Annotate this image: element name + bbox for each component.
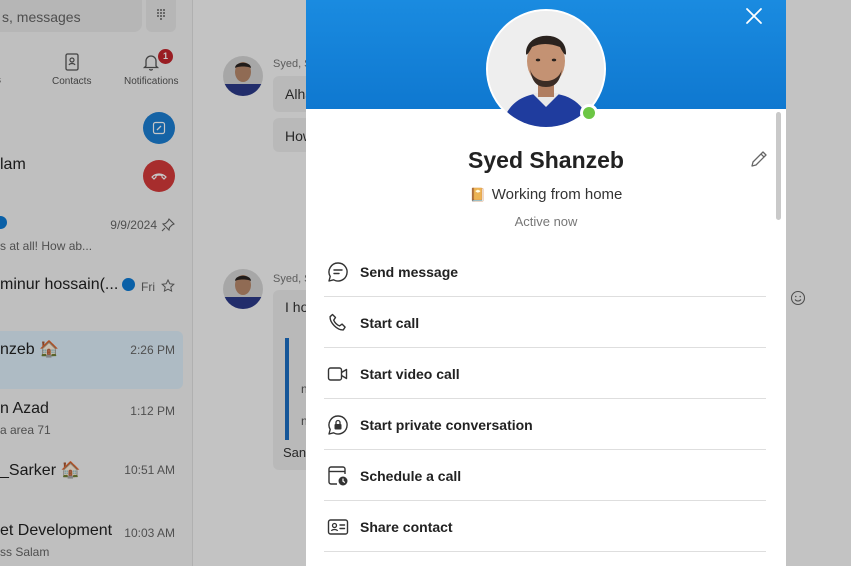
scrollbar[interactable] bbox=[776, 112, 781, 220]
mood-text: Working from home bbox=[491, 186, 623, 203]
phone-icon bbox=[329, 313, 346, 331]
presence-indicator bbox=[580, 104, 598, 122]
action-label: Schedule a call bbox=[360, 468, 462, 484]
action-label: Start video call bbox=[360, 366, 460, 382]
action-label: Start private conversation bbox=[360, 417, 533, 433]
start-call-button[interactable]: Start call bbox=[324, 297, 766, 348]
action-label: Start call bbox=[360, 315, 420, 331]
profile-name: Syed Shanzeb bbox=[468, 147, 624, 173]
close-icon[interactable] bbox=[742, 4, 766, 28]
profile-dialog: Syed Shanzeb 📔 Working from home Active n… bbox=[306, 0, 786, 566]
share-contact-button[interactable]: Share contact bbox=[324, 501, 766, 552]
lock-chat-icon bbox=[328, 415, 348, 435]
presence-status: Active now bbox=[514, 214, 578, 229]
mood-message: 📔 Working from home bbox=[306, 186, 786, 203]
video-camera-icon bbox=[327, 367, 348, 381]
calendar-clock-icon bbox=[328, 466, 348, 486]
send-message-button[interactable]: Send message bbox=[324, 246, 766, 297]
mood-emoji: 📔 bbox=[469, 187, 486, 202]
start-private-conversation-button[interactable]: Start private conversation bbox=[324, 399, 766, 450]
chat-bubble-icon bbox=[328, 262, 348, 282]
schedule-call-button[interactable]: Schedule a call bbox=[324, 450, 766, 501]
action-label: Send message bbox=[360, 264, 459, 280]
action-label: Share contact bbox=[360, 519, 453, 535]
profile-actions: Send message Start call Start video call… bbox=[324, 246, 766, 552]
contact-card-icon bbox=[327, 519, 349, 535]
start-video-call-button[interactable]: Start video call bbox=[324, 348, 766, 399]
edit-pencil-icon[interactable] bbox=[748, 148, 770, 170]
